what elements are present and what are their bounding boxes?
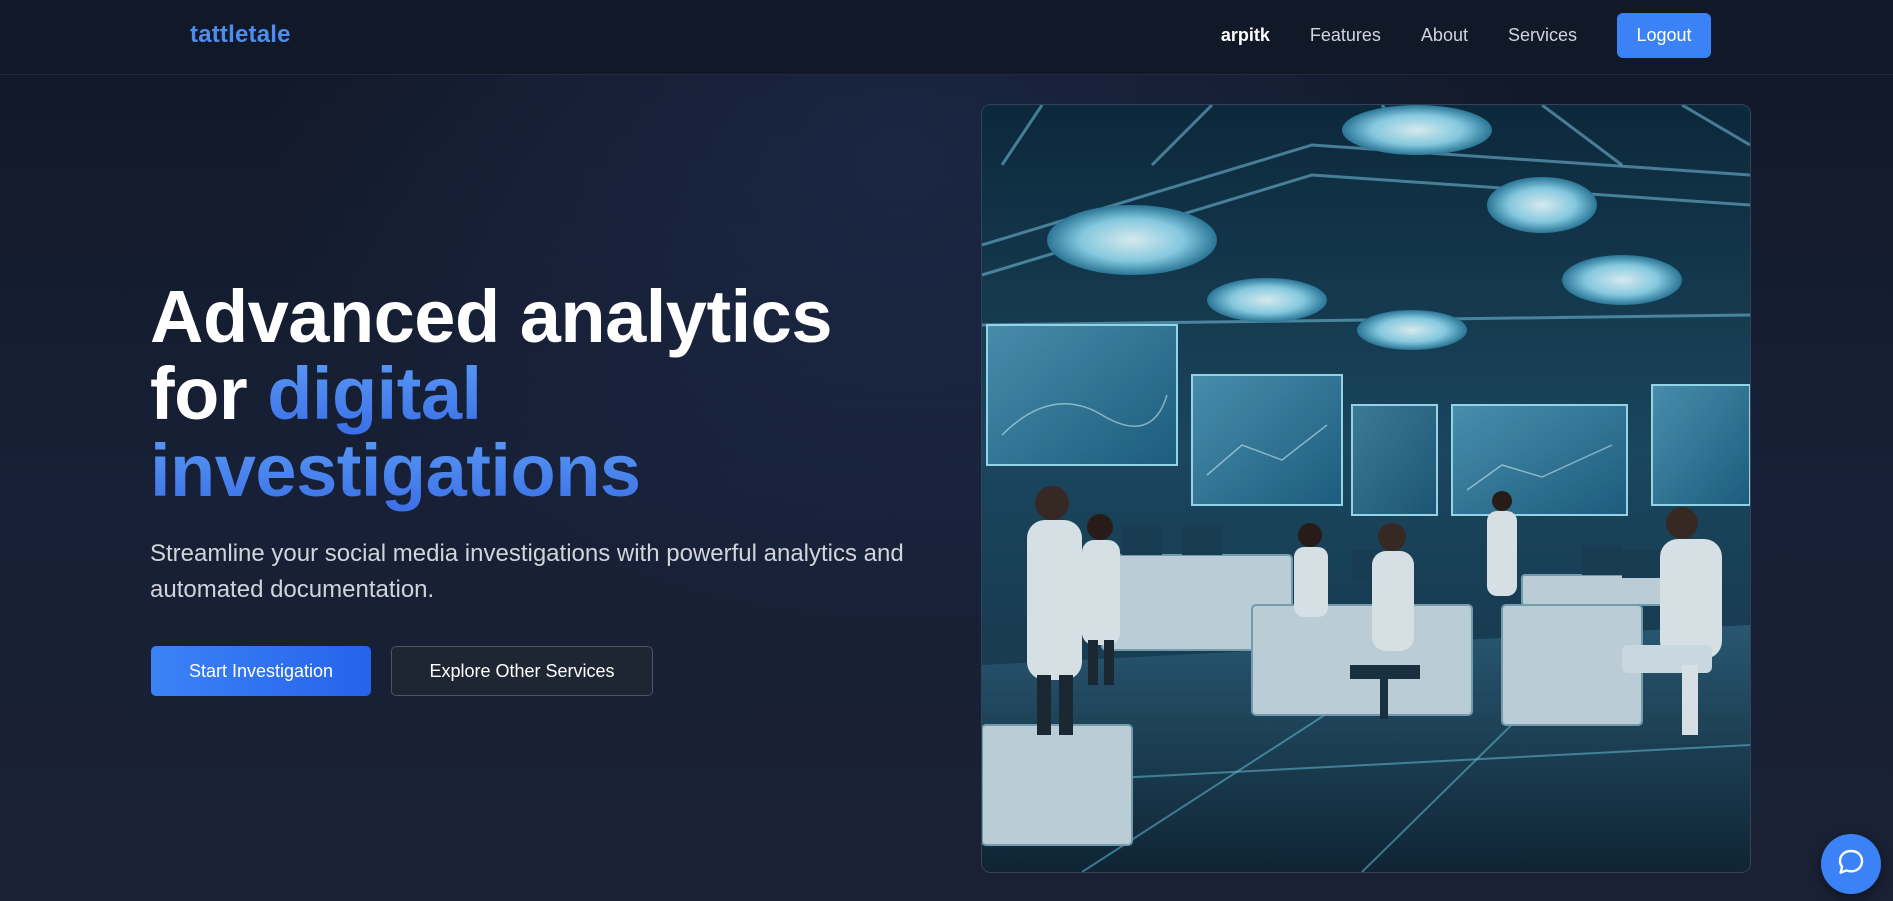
brand-logo[interactable]: tattletale (190, 21, 291, 49)
hero-headline: Advanced analytics for digital investiga… (150, 278, 832, 509)
nav-link-services[interactable]: Services (1508, 25, 1577, 46)
start-investigation-button[interactable]: Start Investigation (151, 646, 371, 696)
top-navbar: tattletale arpitk Features About Service… (0, 0, 1893, 75)
hero-lab-image (981, 104, 1751, 873)
nav-link-about[interactable]: About (1421, 25, 1468, 46)
hero-subtitle: Streamline your social media investigati… (150, 540, 904, 603)
hero-headline-accent-investigations: investigations (150, 429, 641, 512)
explore-services-button[interactable]: Explore Other Services (391, 646, 653, 696)
hero-headline-accent-digital: digital (267, 352, 482, 435)
current-username[interactable]: arpitk (1221, 25, 1270, 46)
page: tattletale arpitk Features About Service… (0, 0, 1893, 901)
lab-illustration (982, 105, 1750, 872)
hero-headline-line1: Advanced analytics (150, 275, 832, 358)
main-nav: arpitk Features About Services Logout (1221, 13, 1711, 58)
chat-bubble-icon (1836, 847, 1866, 882)
hero-headline-line2-plain: for (150, 352, 268, 435)
logout-button[interactable]: Logout (1617, 13, 1711, 58)
nav-link-features[interactable]: Features (1310, 25, 1381, 46)
chat-support-button[interactable] (1821, 834, 1881, 894)
